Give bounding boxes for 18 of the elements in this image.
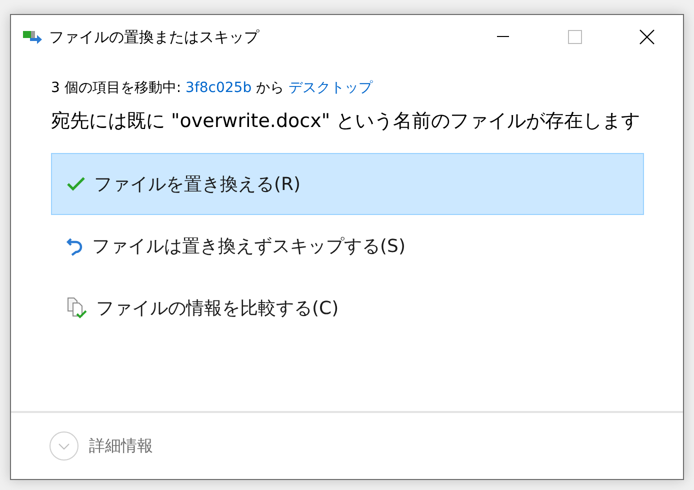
conflict-message: 宛先には既に "overwrite.docx" という名前のファイルが存在します: [51, 109, 641, 134]
minimize-icon: [497, 36, 509, 38]
chevron-circle-icon: [49, 431, 79, 461]
window-title: ファイルの置換またはスキップ: [49, 28, 260, 46]
undo-icon: [66, 236, 84, 256]
maximize-icon: [568, 30, 582, 44]
option-button[interactable]: ファイルは置き換えずスキップする(S): [51, 214, 644, 277]
move-file-icon: [23, 30, 43, 44]
option-button[interactable]: ファイルの情報を比較する(C): [51, 276, 644, 339]
close-icon: [639, 29, 655, 45]
location-link[interactable]: 3f8c025b: [186, 80, 252, 96]
status-text: 3 個の項目を移動中:: [51, 80, 182, 96]
documents-compare-icon: [66, 296, 88, 319]
location-link[interactable]: デスクトップ: [288, 80, 372, 96]
more-details-button[interactable]: 詳細情報: [49, 431, 153, 461]
status-text: から: [255, 80, 286, 96]
option-button[interactable]: ファイルを置き換える(R): [51, 152, 644, 215]
check-icon: [66, 176, 86, 192]
